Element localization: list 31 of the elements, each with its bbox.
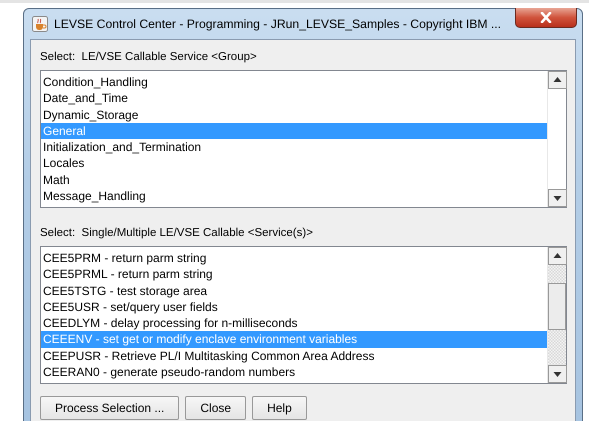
list-label: Select: Single/Multiple LE/VSE Callable <Service(s)> [40,226,313,240]
list-item[interactable]: CEE5PRM - return parm string [41,250,547,266]
scroll-up-icon[interactable] [548,71,567,89]
scroll-up-icon[interactable] [548,247,567,265]
list-item[interactable]: CEEDLYM - delay processing for n-milliseconds [41,315,547,332]
coffee-cup-icon [32,16,48,32]
list-item[interactable]: CEERAN0 - generate pseudo-random numbers [41,364,547,380]
list-item[interactable]: Initialization_and_Termination [41,139,547,156]
dialog-button[interactable]: Process Selection ... [40,396,180,420]
close-button[interactable] [515,8,577,28]
dialog-button[interactable]: Help [252,396,307,420]
scroll-track[interactable] [548,265,566,283]
list-item[interactable]: Dynamic_Storage [41,106,547,123]
list-item[interactable]: Message_Handling [41,188,547,204]
scrollbar[interactable] [547,71,566,207]
scrollbar[interactable] [547,247,566,383]
scroll-down-icon[interactable] [548,189,567,207]
list-item[interactable]: Math [41,172,547,188]
scroll-thumb[interactable] [548,283,566,330]
list-item[interactable]: CEE5USR - set/query user fields [41,298,547,316]
list-item[interactable]: CEE5TSTG - test storage area [41,282,547,299]
close-icon [540,12,552,23]
list-item[interactable]: CEE5PRML - return parm string [41,266,547,283]
dialog-button[interactable]: Close [185,396,246,420]
window-title: LEVSE Control Center - Programming - JRun_LEVSE_Samples - Copyright IBM ... [54,17,502,31]
list-item[interactable]: Date_and_Time [41,90,547,107]
scroll-down-icon[interactable] [548,365,567,383]
list-item[interactable]: CEEPUSR - Retrieve PL/I Multitasking Common Area Address [41,348,547,364]
list-item[interactable]: Condition_Handling [41,74,547,90]
list-label: Select: LE/VSE Callable Service <Group> [40,50,257,64]
list-item[interactable]: Locales [41,155,547,172]
